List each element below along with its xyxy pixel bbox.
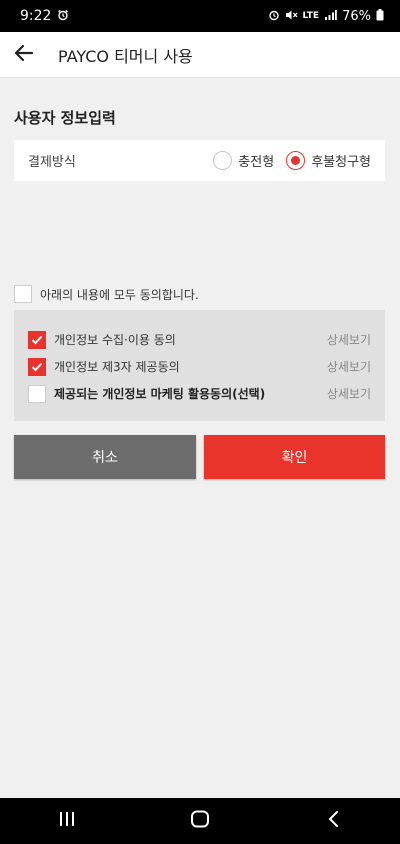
term-detail-link[interactable]: 상세보기 — [327, 385, 371, 402]
radio-option-postpaid[interactable]: 후불청구형 — [286, 151, 371, 170]
battery-icon — [376, 8, 384, 24]
checkmark-icon — [31, 357, 43, 376]
status-indicators: LTE 76% — [268, 8, 384, 24]
page-title: PAYCO 티머니 사용 — [58, 46, 193, 66]
back-button[interactable] — [0, 32, 48, 78]
payment-method-card: 결제방식 충전형 후불청구형 — [14, 140, 385, 181]
terms-box: 개인정보 수집·이용 동의 상세보기 개인정보 제3자 제공동의 상세보기 제공… — [14, 310, 385, 421]
back-nav-button[interactable] — [303, 798, 363, 844]
radio-option-prepaid[interactable]: 충전형 — [213, 151, 274, 170]
term-label: 개인정보 수집·이용 동의 — [54, 333, 176, 347]
section-title: 사용자 정보입력 — [14, 109, 116, 127]
payment-method-label: 결제방식 — [28, 155, 76, 170]
checkbox-checked[interactable] — [28, 330, 46, 349]
action-buttons: 취소 확인 — [14, 435, 385, 479]
radio-button[interactable] — [213, 151, 233, 170]
mute-icon — [285, 9, 298, 24]
term-detail-link[interactable]: 상세보기 — [327, 358, 371, 375]
agree-all-checkbox-row[interactable]: 아래의 내용에 모두 동의합니다. — [14, 285, 199, 303]
checkmark-icon — [31, 330, 43, 349]
radio-label: 충전형 — [238, 155, 275, 170]
confirm-button[interactable]: 확인 — [204, 435, 385, 479]
agree-all-checkbox[interactable] — [14, 285, 32, 303]
recent-apps-icon — [58, 811, 76, 831]
term-row-marketing: 제공되는 개인정보 마케팅 활용동의(선택) 상세보기 — [28, 380, 371, 407]
term-row-privacy-collection: 개인정보 수집·이용 동의 상세보기 — [28, 326, 371, 353]
status-bar: 9:22 LTE 76% — [0, 0, 400, 32]
checkbox-checked[interactable] — [28, 357, 46, 376]
recent-apps-button[interactable] — [37, 798, 97, 844]
checkbox-unchecked[interactable] — [28, 384, 46, 403]
payment-method-radio-group: 충전형 후불청구형 — [201, 151, 371, 170]
network-type: LTE — [302, 11, 320, 21]
cancel-button[interactable]: 취소 — [14, 435, 196, 479]
home-button[interactable] — [170, 798, 230, 844]
main-content: 사용자 정보입력 결제방식 충전형 후불청구형 아래의 내용에 모두 동의합니다… — [0, 79, 400, 798]
signal-icon — [324, 9, 337, 24]
radio-button-selected[interactable] — [286, 151, 306, 170]
arrow-left-icon — [14, 44, 34, 66]
radio-label: 후불청구형 — [311, 155, 371, 170]
term-row-third-party: 개인정보 제3자 제공동의 상세보기 — [28, 353, 371, 380]
term-detail-link[interactable]: 상세보기 — [327, 331, 371, 348]
home-icon — [190, 810, 210, 832]
chevron-left-icon — [327, 810, 339, 832]
status-time: 9:22 — [20, 8, 52, 24]
agree-all-label: 아래의 내용에 모두 동의합니다. — [40, 287, 199, 302]
alarm-icon — [57, 9, 69, 24]
alarm-icon — [268, 9, 280, 24]
app-header: PAYCO 티머니 사용 — [0, 32, 400, 78]
navigation-bar — [0, 798, 400, 844]
battery-level: 76% — [342, 8, 371, 24]
term-label: 개인정보 제3자 제공동의 — [54, 360, 180, 374]
term-label: 제공되는 개인정보 마케팅 활용동의(선택) — [54, 387, 266, 401]
